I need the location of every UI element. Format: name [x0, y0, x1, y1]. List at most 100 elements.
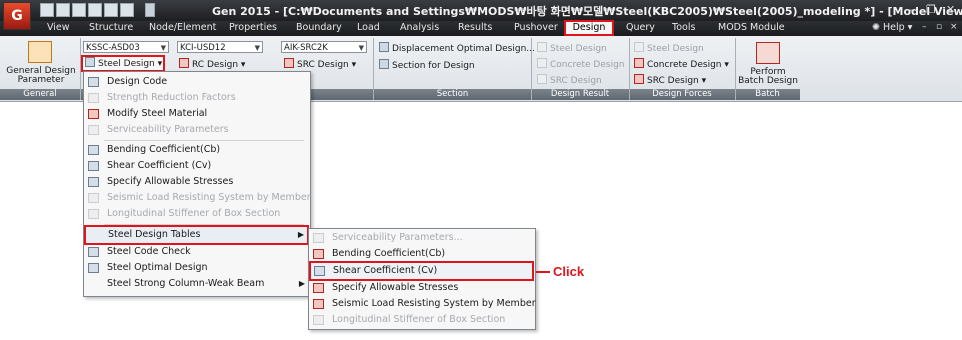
stiffener-table-icon — [313, 315, 324, 325]
menu-mods-module[interactable]: MODS Module — [718, 22, 785, 33]
menu-item-label: Steel Code Check — [107, 246, 191, 257]
menu-structure[interactable]: Structure — [89, 22, 133, 33]
menu-boundary[interactable]: Boundary — [296, 22, 342, 33]
submenu-arrow-icon: ▶ — [297, 230, 304, 239]
group-label-general: General — [23, 89, 57, 99]
submenu-item-shear-coefficient[interactable]: Shear Coefficient (Cv) — [309, 261, 534, 281]
undo-icon[interactable] — [120, 3, 134, 17]
perform-batch-design-button[interactable]: Perform Batch Design — [737, 68, 799, 86]
app-logo-icon[interactable]: G — [3, 2, 31, 30]
doc-close-icon[interactable]: × — [950, 22, 958, 32]
annotation-line — [536, 271, 550, 273]
menu-results[interactable]: Results — [458, 22, 492, 33]
submenu-item-serviceability-parameters[interactable]: Serviceability Parameters... — [310, 230, 533, 246]
serviceability-icon — [313, 233, 324, 243]
src-design-button[interactable]: SRC Design ▾ — [284, 58, 356, 70]
menu-item-longitudinal-stiffener[interactable]: Longitudinal Stiffener of Box Section — [85, 206, 308, 222]
submenu-item-bending-coefficient[interactable]: Bending Coefficient(Cb) — [310, 246, 533, 262]
menu-item-strong-column-weak-beam[interactable]: Steel Strong Column-Weak Beam ▶ — [85, 276, 308, 292]
section-for-design-button[interactable]: Section for Design — [379, 59, 475, 71]
seismic-table-icon — [313, 299, 324, 309]
submenu-item-longitudinal-stiffener[interactable]: Longitudinal Stiffener of Box Section — [310, 312, 533, 328]
result-concrete-design-button[interactable]: Concrete Design — [537, 58, 624, 70]
restore-icon[interactable]: ❐ — [926, 3, 936, 16]
design-code-icon — [88, 77, 99, 87]
menu-analysis[interactable]: Analysis — [400, 22, 439, 33]
menu-item-steel-code-check[interactable]: Steel Code Check — [85, 244, 308, 260]
menu-item-label: Bending Coefficient(Cb) — [332, 248, 446, 259]
menu-view[interactable]: View — [47, 22, 70, 33]
menu-item-steel-design-tables[interactable]: Steel Design Tables ▶ — [84, 225, 309, 245]
forces-concrete-design-button[interactable]: Concrete Design ▾ — [634, 58, 729, 70]
menu-item-label: Shear Coefficient (Cv) — [107, 160, 212, 171]
steel-material-icon — [88, 109, 99, 119]
menu-item-seismic-load-resisting-system[interactable]: Seismic Load Resisting System by Member — [85, 190, 311, 206]
allowable-stresses-icon — [88, 177, 99, 187]
doc-minimize-icon[interactable]: – — [922, 22, 927, 32]
rc-code-combo[interactable]: KCI-USD12 ▼ — [177, 41, 263, 53]
steel-design-icon — [85, 57, 95, 67]
menu-item-serviceability-parameters[interactable]: Serviceability Parameters — [85, 122, 308, 138]
rc-design-button[interactable]: RC Design ▾ — [179, 58, 245, 70]
steel-design-button[interactable]: Steel Design ▾ — [81, 55, 165, 72]
forces-src-design-button[interactable]: SRC Design ▾ — [634, 74, 706, 86]
menu-item-label: Modify Steel Material — [107, 108, 208, 119]
menu-query[interactable]: Query — [626, 22, 655, 33]
general-design-parameter-button[interactable]: General Design Parameter — [4, 67, 78, 85]
menu-item-label: Steel Design Tables — [108, 229, 201, 240]
menu-load[interactable]: Load — [357, 22, 380, 33]
menu-item-modify-steel-material[interactable]: Modify Steel Material — [85, 106, 308, 122]
menu-node-element[interactable]: Node/Element — [149, 22, 216, 33]
steel-code-value: KSSC-ASD03 — [86, 43, 140, 53]
save-icon[interactable] — [72, 3, 86, 17]
menu-item-design-code[interactable]: Design Code — [85, 74, 308, 90]
menu-item-label: Serviceability Parameters... — [332, 232, 463, 243]
group-label-section: Section — [436, 89, 469, 99]
src-design-icon — [284, 58, 294, 68]
steel-design-menu: Design Code Strength Reduction Factors M… — [83, 71, 311, 297]
menu-tools[interactable]: Tools — [672, 22, 695, 33]
open-icon[interactable] — [40, 3, 54, 17]
src-code-combo[interactable]: AIK-SRC2K ▼ — [281, 41, 367, 53]
displacement-optimal-design-button[interactable]: Displacement Optimal Design... — [379, 42, 535, 54]
result-src-design-button[interactable]: SRC Design — [537, 74, 602, 86]
menu-item-steel-optimal-design[interactable]: Steel Optimal Design — [85, 260, 308, 276]
submenu-item-seismic-load-resisting-system[interactable]: Seismic Load Resisting System by Member — [310, 296, 536, 312]
quick-access-dropdown-icon[interactable] — [145, 3, 155, 17]
forces-concrete-design-label: Concrete Design — [647, 60, 722, 70]
forces-steel-design-button[interactable]: Steel Design — [634, 42, 704, 54]
menu-item-label: Steel Strong Column-Weak Beam — [107, 278, 265, 289]
submenu-arrow-icon: ▶ — [298, 279, 305, 288]
close-icon[interactable]: ✕ — [946, 3, 955, 16]
steel-code-combo[interactable]: KSSC-ASD03 ▼ — [83, 41, 169, 53]
menu-item-specify-allowable-stresses[interactable]: Specify Allowable Stresses — [85, 174, 308, 190]
displacement-icon — [379, 42, 389, 52]
doc-restore-icon[interactable]: ▫ — [936, 22, 942, 32]
menu-item-label: Serviceability Parameters — [107, 124, 229, 135]
help-menu[interactable]: ✺ Help ▾ — [872, 22, 912, 33]
menu-item-label: Shear Coefficient (Cv) — [333, 265, 438, 276]
menu-item-strength-reduction-factors[interactable]: Strength Reduction Factors — [85, 90, 308, 106]
menu-properties[interactable]: Properties — [229, 22, 277, 33]
rc-code-value: KCI-USD12 — [180, 43, 226, 53]
new-icon[interactable] — [56, 3, 70, 17]
strength-reduction-icon — [88, 93, 99, 103]
minimize-icon[interactable]: — — [906, 3, 917, 16]
result-src-design-label: SRC Design — [550, 76, 602, 86]
submenu-item-specify-allowable-stresses[interactable]: Specify Allowable Stresses — [310, 280, 533, 296]
steel-result-icon — [537, 42, 547, 52]
window-title: Gen 2015 - [C:₩Documents and Settings₩MO… — [212, 5, 962, 18]
menu-pushover[interactable]: Pushover — [514, 22, 558, 33]
menu-item-label: Seismic Load Resisting System by Member — [332, 298, 536, 309]
bending-coefficient-icon — [88, 145, 99, 155]
preview-icon[interactable] — [104, 3, 118, 17]
menu-item-shear-coefficient[interactable]: Shear Coefficient (Cv) — [85, 158, 308, 174]
steel-design-label: Steel Design — [98, 59, 155, 69]
menu-design[interactable]: Design — [564, 20, 614, 36]
print-icon[interactable] — [88, 3, 102, 17]
section-for-design-label: Section for Design — [392, 61, 475, 71]
menu-item-bending-coefficient[interactable]: Bending Coefficient(Cb) — [85, 142, 308, 158]
result-steel-design-button[interactable]: Steel Design — [537, 42, 607, 54]
displacement-label: Displacement Optimal Design... — [392, 44, 535, 54]
menu-item-label: Strength Reduction Factors — [107, 92, 236, 103]
